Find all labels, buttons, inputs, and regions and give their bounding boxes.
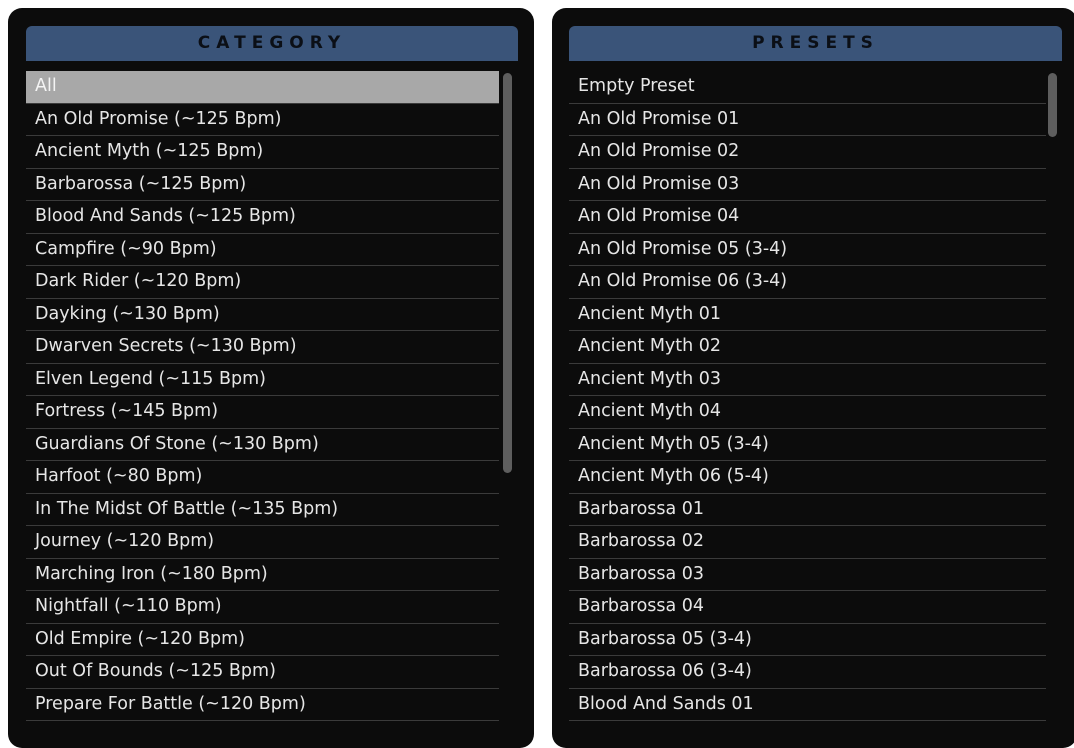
category-list-item[interactable]: Ancient Myth (~125 Bpm) bbox=[26, 136, 499, 169]
category-list-item[interactable]: Old Empire (~120 Bpm) bbox=[26, 624, 499, 656]
category-list-item[interactable]: All bbox=[26, 71, 499, 104]
category-list-item[interactable]: Barbarossa (~125 Bpm) bbox=[26, 169, 499, 201]
presets-header: PRESETS bbox=[569, 26, 1062, 61]
preset-list-item[interactable]: Ancient Myth 01 bbox=[569, 299, 1046, 331]
category-list-item[interactable]: Dwarven Secrets (~130 Bpm) bbox=[26, 331, 499, 364]
preset-list-item[interactable]: Blood And Sands 01 bbox=[569, 689, 1046, 721]
category-list-item[interactable]: Guardians Of Stone (~130 Bpm) bbox=[26, 429, 499, 461]
preset-list-item[interactable]: An Old Promise 02 bbox=[569, 136, 1046, 169]
preset-list-item[interactable]: Barbarossa 04 bbox=[569, 591, 1046, 624]
preset-list-item[interactable]: Barbarossa 01 bbox=[569, 494, 1046, 526]
preset-list-item[interactable]: An Old Promise 03 bbox=[569, 169, 1046, 201]
category-list-item[interactable]: In The Midst Of Battle (~135 Bpm) bbox=[26, 494, 499, 526]
category-list-item[interactable]: Dark Rider (~120 Bpm) bbox=[26, 266, 499, 299]
preset-list-item[interactable]: An Old Promise 01 bbox=[569, 104, 1046, 136]
preset-list-item[interactable]: Barbarossa 03 bbox=[569, 559, 1046, 591]
preset-list-item[interactable]: Ancient Myth 05 (3-4) bbox=[569, 429, 1046, 461]
preset-list-item[interactable]: Ancient Myth 04 bbox=[569, 396, 1046, 429]
category-list-item[interactable]: Dayking (~130 Bpm) bbox=[26, 299, 499, 331]
category-list-item[interactable]: Out Of Bounds (~125 Bpm) bbox=[26, 656, 499, 689]
presets-list: Empty Preset An Old Promise 01 An Old Prom… bbox=[569, 71, 1046, 721]
category-panel: CATEGORY All An Old Promise (~125 Bpm) Anc… bbox=[8, 8, 534, 748]
preset-list-item[interactable]: An Old Promise 05 (3-4) bbox=[569, 234, 1046, 266]
category-header: CATEGORY bbox=[26, 26, 518, 61]
category-list-item[interactable]: Elven Legend (~115 Bpm) bbox=[26, 364, 499, 396]
category-list-item[interactable]: Prepare For Battle (~120 Bpm) bbox=[26, 689, 499, 721]
preset-list-item[interactable]: Barbarossa 06 (3-4) bbox=[569, 656, 1046, 689]
preset-list-item[interactable]: Ancient Myth 02 bbox=[569, 331, 1046, 364]
preset-list-item[interactable]: Ancient Myth 06 (5-4) bbox=[569, 461, 1046, 494]
presets-panel: PRESETS Empty Preset An Old Promise 01 An … bbox=[552, 8, 1074, 748]
category-list-item[interactable]: Blood And Sands (~125 Bpm) bbox=[26, 201, 499, 234]
category-list-item[interactable]: Marching Iron (~180 Bpm) bbox=[26, 559, 499, 591]
preset-list-item[interactable]: Barbarossa 05 (3-4) bbox=[569, 624, 1046, 656]
preset-list-item[interactable]: Empty Preset bbox=[569, 71, 1046, 104]
preset-list-item[interactable]: Ancient Myth 03 bbox=[569, 364, 1046, 396]
category-list-item[interactable]: Harfoot (~80 Bpm) bbox=[26, 461, 499, 494]
preset-list-item[interactable]: An Old Promise 06 (3-4) bbox=[569, 266, 1046, 299]
category-list-item[interactable]: Fortress (~145 Bpm) bbox=[26, 396, 499, 429]
presets-scrollbar-thumb[interactable] bbox=[1048, 73, 1057, 137]
category-list: All An Old Promise (~125 Bpm) Ancient Myth… bbox=[26, 71, 499, 721]
preset-list-item[interactable]: Barbarossa 02 bbox=[569, 526, 1046, 559]
category-scrollbar-thumb[interactable] bbox=[503, 73, 512, 473]
category-list-item[interactable]: Nightfall (~110 Bpm) bbox=[26, 591, 499, 624]
category-list-item[interactable]: An Old Promise (~125 Bpm) bbox=[26, 104, 499, 136]
category-list-item[interactable]: Journey (~120 Bpm) bbox=[26, 526, 499, 559]
preset-list-item[interactable]: An Old Promise 04 bbox=[569, 201, 1046, 234]
category-list-item[interactable]: Campfire (~90 Bpm) bbox=[26, 234, 499, 266]
